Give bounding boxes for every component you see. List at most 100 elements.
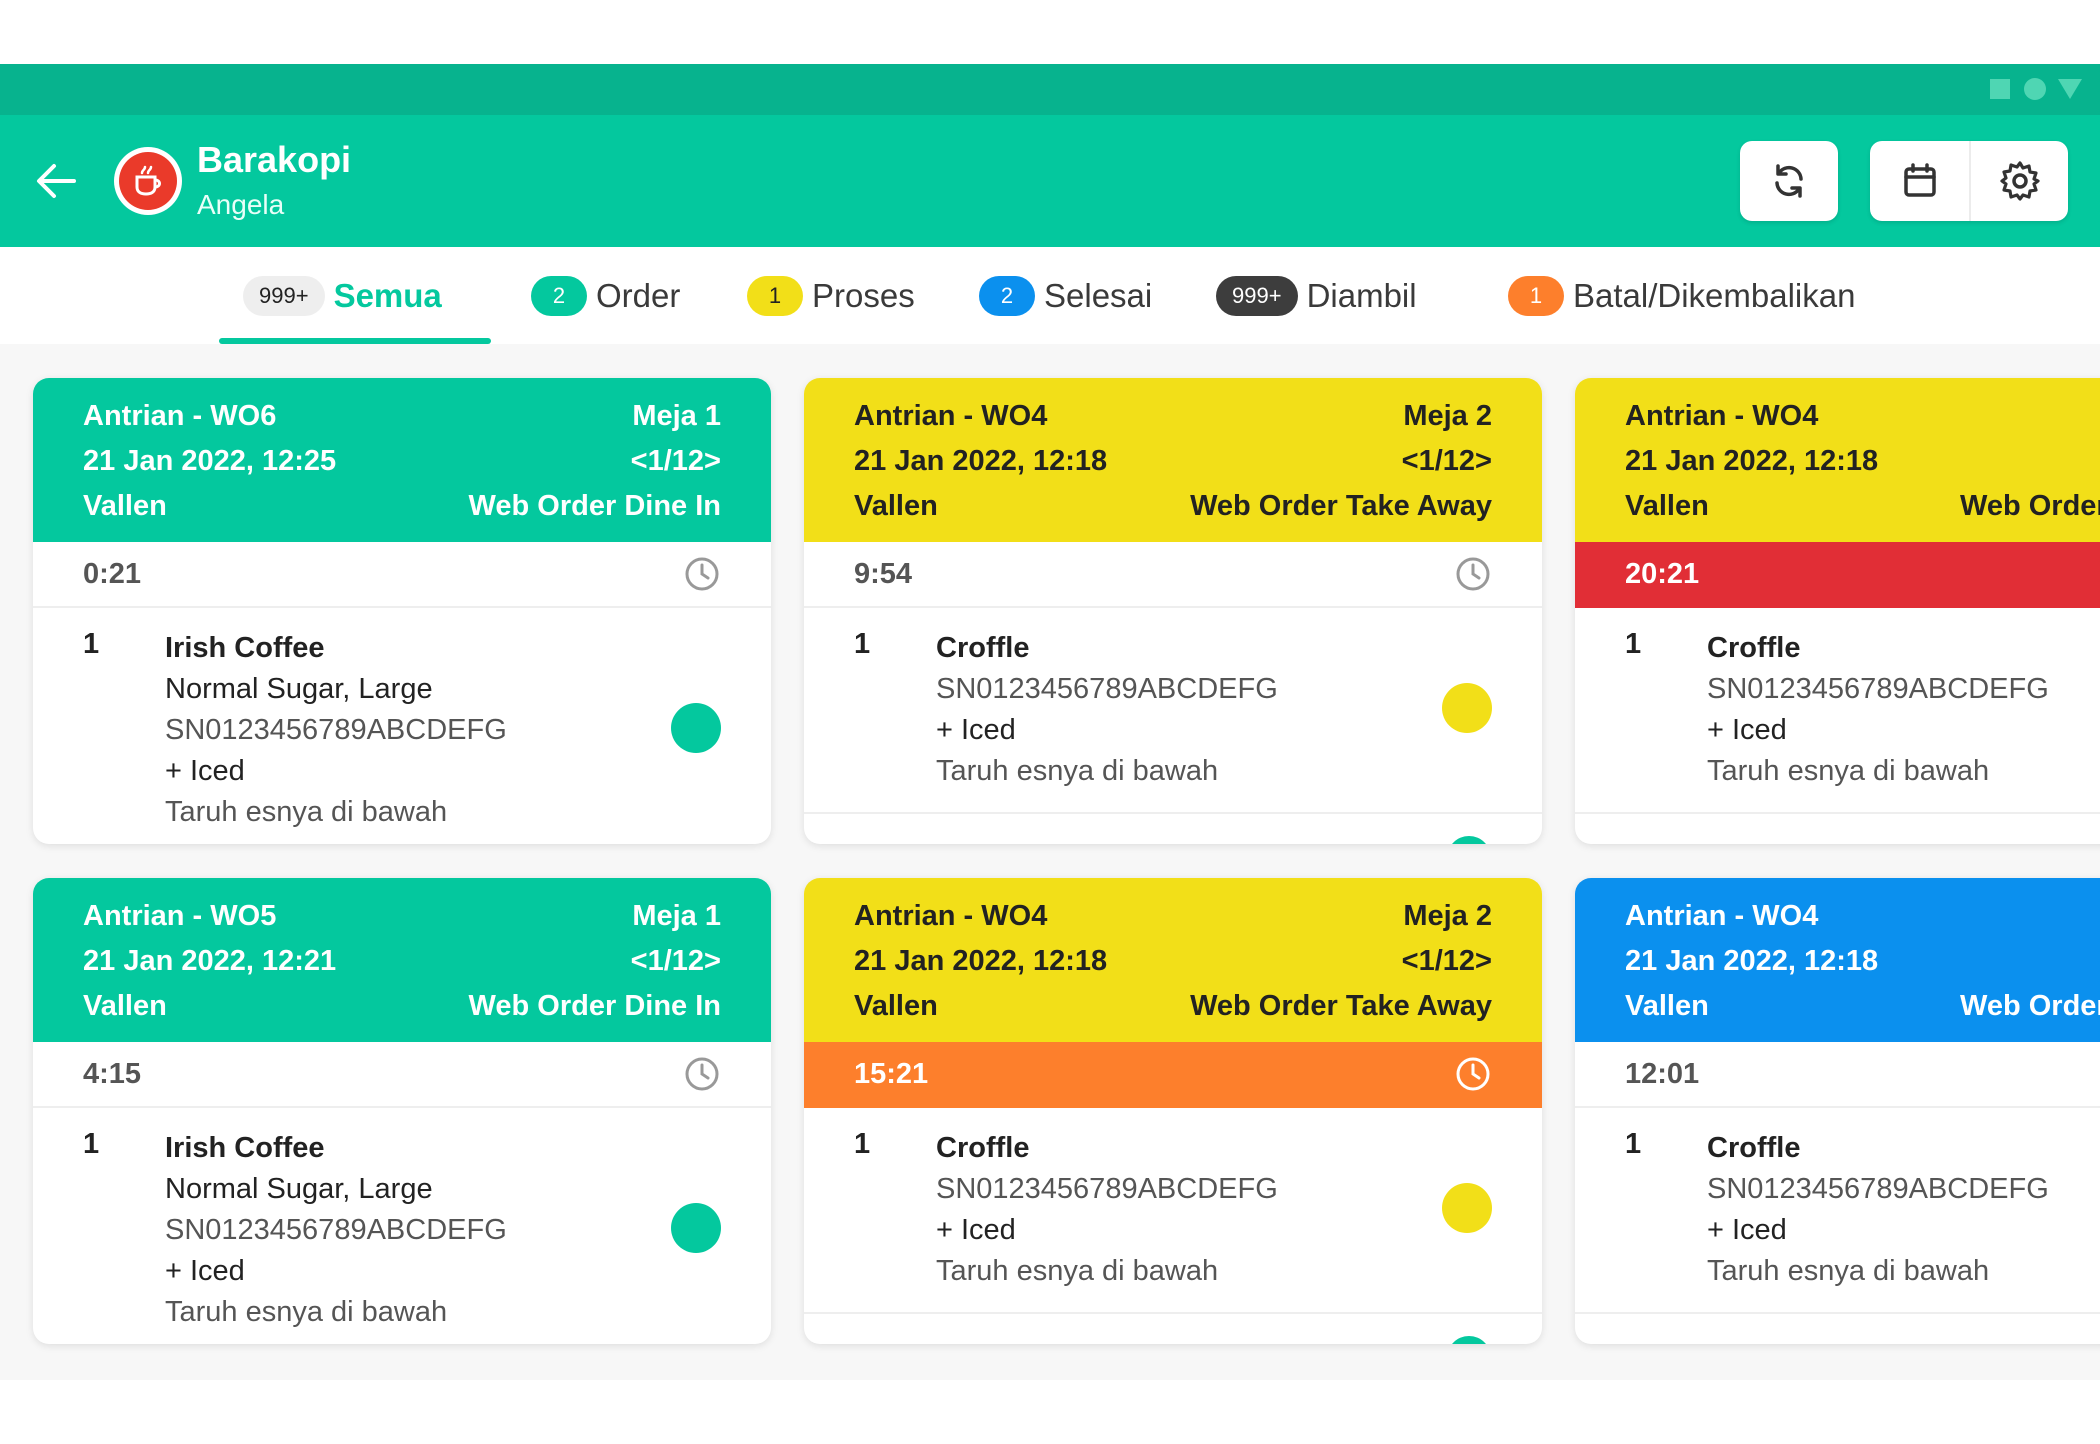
tab-label: Selesai <box>1044 276 1153 314</box>
item-status-dot[interactable] <box>1447 836 1491 844</box>
item-addon: + Iced <box>1707 714 1787 746</box>
order-datetime: 21 Jan 2022, 12:18 <box>854 945 1108 977</box>
item-name: Irish Coffee <box>165 1132 325 1164</box>
tab-semua[interactable]: 999+ Semua <box>243 247 442 344</box>
elapsed-timer: 9:54 <box>854 557 913 590</box>
tab-count-badge: 999+ <box>1216 275 1298 316</box>
item-variant: Normal Sugar, Large <box>165 1173 433 1205</box>
order-card[interactable]: Antrian - WO4 21 Jan 2022, 12:18 Vallen W… <box>1575 878 2100 1344</box>
order-datetime: 21 Jan 2022, 12:18 <box>854 445 1108 477</box>
item-addon: + Iced <box>936 714 1016 746</box>
elapsed-timer: 20:21 <box>1625 557 1700 590</box>
order-card[interactable]: Antrian - WO4 Meja 2 21 Jan 2022, 12:18 <1… <box>804 378 1542 844</box>
customer-name: Vallen <box>854 990 938 1022</box>
queue-number: Antrian - WO4 <box>1625 900 1819 932</box>
page-indicator[interactable]: <1/12> <box>631 439 721 484</box>
order-type: Web Order Dine In <box>468 990 721 1022</box>
calendar-button[interactable] <box>1870 141 1969 221</box>
item-note: Taruh esnya di bawah <box>1707 755 1990 787</box>
item-note: Taruh esnya di bawah <box>165 796 448 828</box>
sync-icon <box>1775 164 1803 198</box>
table-number: Meja 2 <box>1403 400 1492 432</box>
item-quantity: 1 <box>83 1128 100 1160</box>
tab-count-badge: 2 <box>979 275 1035 316</box>
settings-button[interactable] <box>1969 141 2068 221</box>
store-logo <box>114 147 182 215</box>
item-addon: + Iced <box>936 1214 1016 1246</box>
order-card-header: Antrian - WO4 Meja 2 21 Jan 2022, 12:18 <1… <box>804 378 1542 542</box>
item-note: Taruh esnya di bawah <box>1707 1255 1990 1287</box>
order-card-header: Antrian - WO5 Meja 1 21 Jan 2022, 12:21 <1… <box>33 878 771 1042</box>
app-bar: Barakopi Angela <box>0 115 2100 247</box>
queue-number: Antrian - WO4 <box>854 900 1048 932</box>
item-status-dot[interactable] <box>1447 1336 1491 1344</box>
item-serial: SN0123456789ABCDEFG <box>936 673 1278 705</box>
order-card[interactable]: Antrian - WO4 21 Jan 2022, 12:18 Vallen W… <box>1575 378 2100 844</box>
item-name: Irish Coffee <box>165 632 325 664</box>
customer-name: Vallen <box>83 990 167 1022</box>
tab-label: Proses <box>812 276 915 314</box>
store-name: Barakopi <box>197 139 352 180</box>
item-addon: + Iced <box>165 755 245 787</box>
timer-row: 0:21 <box>33 542 771 608</box>
customer-name: Vallen <box>1625 990 1709 1022</box>
elapsed-timer: 0:21 <box>83 557 142 590</box>
page-indicator[interactable]: <1/12> <box>631 939 721 984</box>
table-number: Meja 1 <box>632 900 721 932</box>
item-serial: SN0123456789ABCDEFG <box>936 1173 1278 1205</box>
table-number: Meja 1 <box>632 400 721 432</box>
order-item: 1 Irish Coffee Normal Sugar, Large SN012… <box>33 1108 771 1336</box>
user-name: Angela <box>197 189 285 220</box>
item-status-dot[interactable] <box>671 703 721 753</box>
tab-label: Diambil <box>1306 276 1417 314</box>
item-note: Taruh esnya di bawah <box>936 755 1219 787</box>
tab-count-badge: 999+ <box>243 275 325 316</box>
tab-count-badge: 1 <box>1508 275 1564 316</box>
gear-icon <box>1999 161 2040 201</box>
back-button[interactable] <box>30 155 82 207</box>
item-status-dot[interactable] <box>1442 683 1492 733</box>
order-item: 1 Croffle SN0123456789ABCDEFG + Iced Tar… <box>1575 608 2100 836</box>
item-serial: SN0123456789ABCDEFG <box>165 1214 507 1246</box>
item-serial: SN0123456789ABCDEFG <box>1707 1173 2049 1205</box>
tab-proses[interactable]: 1 Proses <box>747 247 915 344</box>
tab-diambil[interactable]: 999+ Diambil <box>1216 247 1417 344</box>
order-card[interactable]: Antrian - WO5 Meja 1 21 Jan 2022, 12:21 <1… <box>33 878 771 1344</box>
tab-selesai[interactable]: 2 Selesai <box>979 247 1152 344</box>
app-window: Barakopi Angela 999+ Semua 2 Order 1 Pro… <box>0 64 2100 1380</box>
queue-number: Antrian - WO4 <box>1625 400 1819 432</box>
sync-button[interactable] <box>1740 141 1838 221</box>
order-type: Web Order Dine In <box>468 490 721 522</box>
order-card-header: Antrian - WO4 21 Jan 2022, 12:18 Vallen W… <box>1575 878 2100 1042</box>
tab-order[interactable]: 2 Order <box>531 247 680 344</box>
customer-name: Vallen <box>83 490 167 522</box>
item-note: Taruh esnya di bawah <box>936 1255 1219 1287</box>
timer-row: 4:15 <box>33 1042 771 1108</box>
order-card-header: Antrian - WO6 Meja 1 21 Jan 2022, 12:25 <1… <box>33 378 771 542</box>
order-item: 1 Irish Coffee Normal Sugar, Large SN012… <box>33 608 771 836</box>
item-divider <box>804 812 1542 814</box>
order-type: Web Order <box>1960 990 2100 1022</box>
clock-icon <box>1456 557 1490 591</box>
page-indicator[interactable]: <1/12> <box>1402 939 1492 984</box>
order-card[interactable]: Antrian - WO4 Meja 2 21 Jan 2022, 12:18 <1… <box>804 878 1542 1344</box>
order-datetime: 21 Jan 2022, 12:21 <box>83 945 337 977</box>
item-quantity: 1 <box>1625 1128 1642 1160</box>
customer-name: Vallen <box>854 490 938 522</box>
order-datetime: 21 Jan 2022, 12:25 <box>83 445 337 477</box>
clock-icon <box>685 557 719 591</box>
customer-name: Vallen <box>1625 490 1709 522</box>
order-datetime: 21 Jan 2022, 12:18 <box>1625 445 1879 477</box>
tab-batal-dikembalikan[interactable]: 1 Batal/Dikembalikan <box>1508 247 1855 344</box>
tab-count-badge: 2 <box>531 275 587 316</box>
clock-icon <box>685 1057 719 1091</box>
elapsed-timer: 12:01 <box>1625 1057 1700 1090</box>
arrow-left-icon <box>37 164 76 198</box>
item-variant: Normal Sugar, Large <box>165 673 433 705</box>
order-card[interactable]: Antrian - WO6 Meja 1 21 Jan 2022, 12:25 <1… <box>33 378 771 844</box>
item-status-dot[interactable] <box>1442 1183 1492 1233</box>
item-status-dot[interactable] <box>671 1203 721 1253</box>
page-indicator[interactable]: <1/12> <box>1402 439 1492 484</box>
item-quantity: 1 <box>854 628 871 660</box>
item-quantity: 1 <box>83 628 100 660</box>
